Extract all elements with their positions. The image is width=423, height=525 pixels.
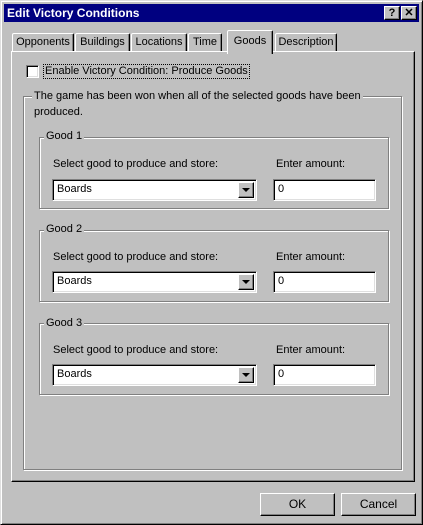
dialog-title: Edit Victory Conditions [7,6,140,20]
good-1-selected-value: Boards [57,183,92,195]
good-3-selected-value: Boards [57,368,92,380]
tab-time[interactable]: Time [188,33,222,52]
good-3-amount-value: 0 [278,368,285,380]
edit-victory-conditions-dialog: Edit Victory Conditions ? ✕ Opponents Bu… [0,0,423,525]
good-1-select[interactable]: Boards [52,179,257,201]
tab-label: Buildings [80,36,125,48]
good-1-caption: Good 1 [44,130,85,143]
enable-produce-goods-label[interactable]: Enable Victory Condition: Produce Goods [43,64,250,79]
tab-label: Locations [135,36,183,48]
ok-button[interactable]: OK [260,493,335,516]
good-3-caption: Good 3 [44,317,85,330]
enable-produce-goods-checkbox[interactable] [26,65,39,78]
chevron-down-icon[interactable] [238,367,254,383]
tab-label: Time [192,36,218,48]
help-button[interactable]: ? [384,6,400,20]
close-icon: ✕ [404,7,414,19]
tab-label: Opponents [16,36,70,48]
tab-label: Description [278,36,334,48]
good-2-amount-label: Enter amount: [276,251,346,263]
tab-locations[interactable]: Locations [131,33,187,52]
win-condition-description: The game has been won when all of the se… [32,90,363,103]
good-2-caption: Good 2 [44,223,85,236]
good-3-select[interactable]: Boards [52,364,257,386]
good-2-amount-input[interactable]: 0 [273,271,376,293]
description-line-1: The game has been won when all of the se… [34,90,361,102]
help-icon: ? [388,7,396,19]
good-2-selected-value: Boards [57,275,92,287]
good-2-amount-value: 0 [278,275,285,287]
win-condition-description-line-2: produced. [34,106,83,118]
chevron-down-icon[interactable] [238,182,254,198]
close-button[interactable]: ✕ [401,6,417,20]
good-3-select-label: Select good to produce and store: [53,344,219,356]
good-1-amount-input[interactable]: 0 [273,179,376,201]
tab-buildings[interactable]: Buildings [75,33,130,52]
tab-goods[interactable]: Goods [227,30,273,54]
good-3-amount-label: Enter amount: [276,344,346,356]
cancel-button[interactable]: Cancel [341,493,416,516]
good-2-select-label: Select good to produce and store: [53,251,219,263]
good-1-select-label: Select good to produce and store: [53,158,219,170]
tab-label: Goods [233,35,267,47]
title-bar[interactable]: Edit Victory Conditions ? ✕ [4,4,419,22]
good-2-select[interactable]: Boards [52,271,257,293]
tab-description[interactable]: Description [275,33,337,52]
good-3-amount-input[interactable]: 0 [273,364,376,386]
good-1-amount-label: Enter amount: [276,158,346,170]
tab-opponents[interactable]: Opponents [12,33,74,52]
chevron-down-icon[interactable] [238,274,254,290]
good-1-amount-value: 0 [278,183,285,195]
